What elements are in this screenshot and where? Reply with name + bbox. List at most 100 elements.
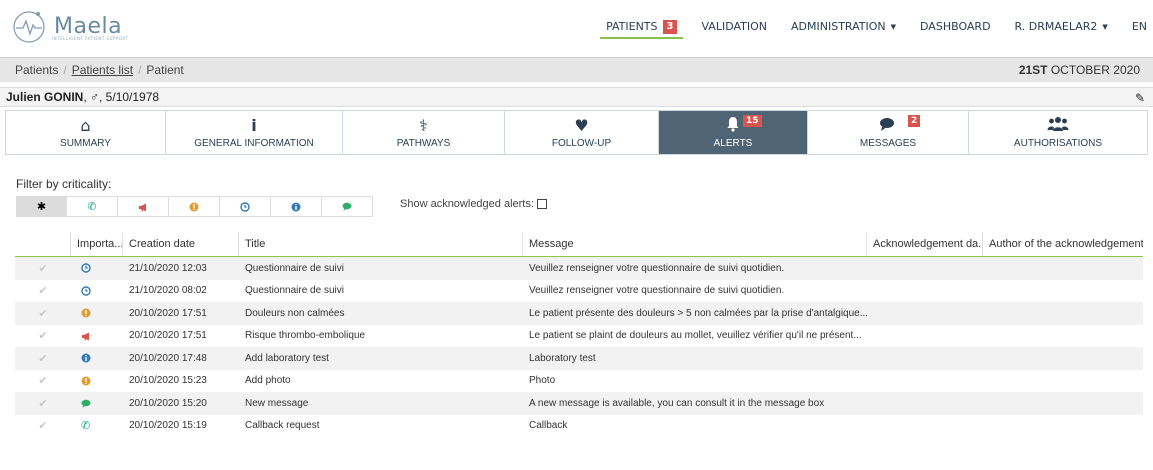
breadcrumb-patients[interactable]: Patients xyxy=(15,63,58,77)
caret-down-icon: ▼ xyxy=(1102,22,1108,31)
stethoscope-icon: ⚕ xyxy=(419,116,428,135)
pencil-icon[interactable]: ✎ xyxy=(1135,91,1145,105)
cell-title: New message xyxy=(245,397,309,409)
nav-validation[interactable]: VALIDATION xyxy=(689,0,779,53)
table-row[interactable]: ✔ 20/10/2020 15:23 Add photo Photo xyxy=(15,370,1143,393)
table-body: ✔ 21/10/2020 12:03 Questionnaire de suivi V… xyxy=(15,257,1143,437)
filter-clock-button[interactable] xyxy=(220,196,271,217)
filter-phone-button[interactable]: ✆ xyxy=(67,196,118,217)
acknowledge-check-icon[interactable]: ✔ xyxy=(15,280,71,303)
cell-ack-author xyxy=(983,392,1143,415)
alerts-count-badge: 15 xyxy=(743,115,762,127)
cell-message: Veuillez renseigner votre questionnaire … xyxy=(529,285,785,297)
cell-ack-author xyxy=(983,370,1143,393)
acknowledge-check-icon[interactable]: ✔ xyxy=(15,325,71,348)
table-row[interactable]: ✔ ✆ 20/10/2020 15:19 Callback request Callba… xyxy=(15,415,1143,438)
column-header-ack-date[interactable]: Acknowledgement da... xyxy=(867,232,983,256)
tab-alerts-label: ALERTS xyxy=(713,138,753,149)
tab-follow-up[interactable]: ♥ FOLLOW-UP xyxy=(505,111,659,154)
cell-creation-date: 20/10/2020 15:19 xyxy=(129,420,207,432)
caret-down-icon: ▼ xyxy=(890,22,897,31)
table-row[interactable]: ✔ 20/10/2020 15:20 New message A new messag… xyxy=(15,392,1143,415)
cell-ack-date xyxy=(867,392,983,415)
cell-title: Questionnaire de suivi xyxy=(245,262,344,274)
nav-validation-label: VALIDATION xyxy=(701,20,768,33)
cell-title: Callback request xyxy=(245,420,320,432)
breadcrumb-patient: Patient xyxy=(146,63,184,77)
filter-info-button[interactable] xyxy=(271,196,322,217)
filter-all-button[interactable]: ✱ xyxy=(16,196,67,217)
info-icon xyxy=(71,347,123,370)
cell-title: Douleurs non calmées xyxy=(245,307,345,319)
tab-messages[interactable]: 2 MESSAGES xyxy=(808,111,969,154)
tab-authorisations-label: AUTHORISATIONS xyxy=(1013,138,1103,149)
filter-megaphone-button[interactable] xyxy=(118,196,169,217)
column-header-creation-date[interactable]: Creation date xyxy=(123,232,239,256)
nav-language[interactable]: EN xyxy=(1120,0,1153,53)
language-label: EN xyxy=(1131,20,1147,33)
acknowledge-check-icon[interactable]: ✔ xyxy=(15,257,71,280)
breadcrumb: Patients / Patients list / Patient 21ST … xyxy=(0,57,1153,82)
bell-icon xyxy=(725,116,741,135)
acknowledge-check-icon[interactable]: ✔ xyxy=(15,302,71,325)
megaphone-icon xyxy=(138,203,146,211)
tab-alerts[interactable]: 15 ALERTS xyxy=(659,111,808,154)
tab-general-information-label: GENERAL INFORMATION xyxy=(194,138,314,149)
cell-creation-date: 20/10/2020 17:48 xyxy=(129,352,207,364)
acknowledge-check-icon[interactable]: ✔ xyxy=(15,392,71,415)
nav-dashboard[interactable]: DASHBOARD xyxy=(908,0,1003,53)
nav-administration-label: ADMINISTRATION xyxy=(791,20,886,33)
cell-title: Questionnaire de suivi xyxy=(245,285,344,297)
tab-summary-label: SUMMARY xyxy=(60,138,111,149)
nav-patients[interactable]: PATIENTS 3 xyxy=(594,0,689,53)
show-acknowledged-checkbox[interactable] xyxy=(536,199,547,209)
cell-ack-date xyxy=(867,302,983,325)
comment-icon xyxy=(71,392,123,415)
nav-user-menu[interactable]: R. DRMAELAR2 ▼ xyxy=(1003,0,1120,53)
tab-pathways[interactable]: ⚕ PATHWAYS xyxy=(343,111,505,154)
table-row[interactable]: ✔ 21/10/2020 08:02 Questionnaire de suivi V… xyxy=(15,280,1143,303)
filter-comment-button[interactable] xyxy=(322,196,373,217)
logo-mark-icon xyxy=(13,11,45,43)
exclamation-icon xyxy=(71,370,123,393)
cell-ack-author xyxy=(983,302,1143,325)
top-navbar: Maela INTELLIGENT PATIENT SUPPORT PATIEN… xyxy=(0,0,1153,53)
table-row[interactable]: ✔ 20/10/2020 17:51 Risque thrombo-emboliqu… xyxy=(15,325,1143,348)
acknowledge-check-icon[interactable]: ✔ xyxy=(15,347,71,370)
acknowledge-check-icon[interactable]: ✔ xyxy=(15,370,71,393)
info-circle-icon xyxy=(291,202,301,211)
filter-title: Filter by criticality: xyxy=(16,177,112,191)
column-header-title[interactable]: Title xyxy=(239,232,523,256)
acknowledge-check-icon[interactable]: ✔ xyxy=(15,415,71,438)
table-row[interactable]: ✔ 20/10/2020 17:48 Add laboratory test Labo… xyxy=(15,347,1143,370)
main-nav: PATIENTS 3 VALIDATION ADMINISTRATION ▼ D… xyxy=(594,0,1153,53)
cell-ack-date xyxy=(867,325,983,348)
tab-summary[interactable]: ⌂ SUMMARY xyxy=(6,111,166,154)
tab-authorisations[interactable]: AUTHORISATIONS xyxy=(969,111,1147,154)
column-header-importance[interactable]: Importa... xyxy=(71,232,123,256)
comment-icon xyxy=(342,202,352,211)
patient-tabs: ⌂ SUMMARY i GENERAL INFORMATION ⚕ PATHWA… xyxy=(5,110,1148,155)
column-header-ack-author[interactable]: Author of the acknowledgement xyxy=(983,232,1143,256)
cell-ack-date xyxy=(867,257,983,280)
cell-creation-date: 20/10/2020 15:23 xyxy=(129,375,207,387)
cell-ack-author xyxy=(983,257,1143,280)
cell-title: Add laboratory test xyxy=(245,352,329,364)
table-row[interactable]: ✔ 21/10/2020 12:03 Questionnaire de suivi V… xyxy=(15,257,1143,280)
info-icon: i xyxy=(251,116,257,135)
table-row[interactable]: ✔ 20/10/2020 17:51 Douleurs non calmées Le … xyxy=(15,302,1143,325)
heartbeat-icon: ♥ xyxy=(574,116,589,135)
nav-dashboard-label: DASHBOARD xyxy=(920,20,991,33)
table-header: Importa... Creation date Title Message A… xyxy=(15,232,1143,257)
patient-details: , ♂, 5/10/1978 xyxy=(83,90,160,104)
tab-general-information[interactable]: i GENERAL INFORMATION xyxy=(166,111,343,154)
filter-exclamation-button[interactable] xyxy=(169,196,220,217)
nav-administration[interactable]: ADMINISTRATION ▼ xyxy=(779,0,908,53)
column-header-message[interactable]: Message xyxy=(523,232,867,256)
breadcrumb-patients-list[interactable]: Patients list xyxy=(72,63,133,77)
cell-ack-author xyxy=(983,347,1143,370)
column-header-ack[interactable] xyxy=(15,232,71,256)
brand-name: Maela xyxy=(54,13,123,39)
cell-title: Risque thrombo-embolique xyxy=(245,330,366,342)
clock-icon xyxy=(71,280,123,303)
